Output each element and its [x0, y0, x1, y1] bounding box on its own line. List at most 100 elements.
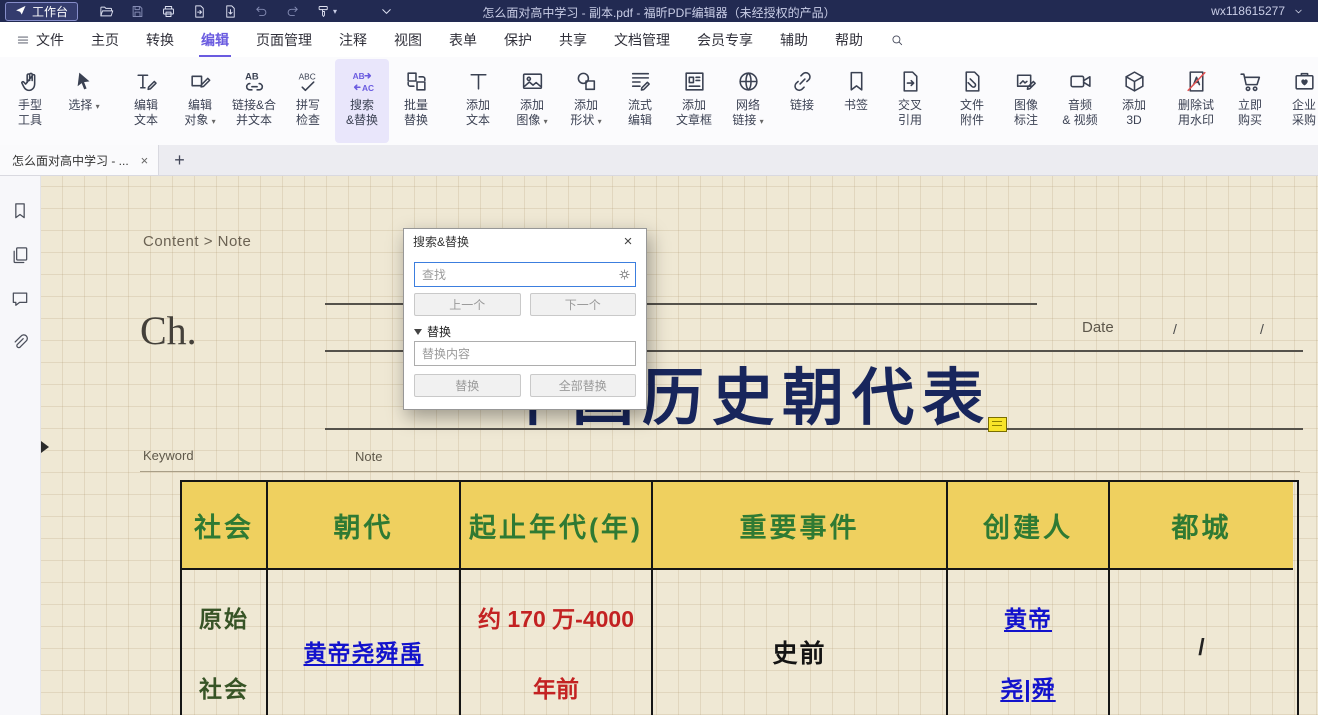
toolbar-item-cross-reference[interactable]: 交叉引用 — [883, 59, 937, 143]
tab-close-icon[interactable]: × — [141, 154, 149, 167]
bookmarks-panel-icon[interactable] — [10, 201, 30, 221]
menu-item-comment[interactable]: 注释 — [339, 22, 367, 57]
table-header-3: 重要事件 — [653, 482, 948, 568]
document-tab[interactable]: 怎么面对高中学习 - ... × — [0, 145, 159, 175]
toolbar-item-edit-text[interactable]: 编辑文本 — [119, 59, 173, 143]
menu-item-file[interactable]: 文件 — [16, 22, 64, 57]
export-document-icon[interactable] — [191, 3, 207, 19]
toolbar-item-enterprise-purchase[interactable]: 企业采购 — [1277, 59, 1318, 143]
menu-item-home[interactable]: 主页 — [91, 22, 119, 57]
account-menu[interactable]: wx118615277 — [1211, 3, 1306, 19]
toolbar-item-web-link[interactable]: 网络链接 ▾ — [721, 59, 775, 143]
find-buttons-row: 上一个 下一个 — [414, 293, 636, 316]
attachments-panel-icon[interactable] — [10, 333, 30, 353]
toolbar-item-spell-check[interactable]: ABC拼写检查 — [281, 59, 335, 143]
redo-icon[interactable] — [284, 3, 300, 19]
toolbar-item-file-attachment[interactable]: 文件附件 — [945, 59, 999, 143]
toolbar-item-add-3d[interactable]: 添加3D — [1107, 59, 1161, 143]
menu-item-edit[interactable]: 编辑 — [201, 22, 229, 57]
print-icon[interactable] — [160, 3, 176, 19]
workbench-button[interactable]: 工作台 — [5, 2, 78, 21]
menu-item-label: 表单 — [449, 30, 477, 50]
enterprise-icon — [1292, 67, 1317, 96]
toolbar-item-flow-edit[interactable]: 流式编辑 — [613, 59, 667, 143]
toolbar-item-label: 添加3D — [1122, 98, 1146, 128]
replace-button[interactable]: 替换 — [414, 374, 521, 397]
replace-input[interactable] — [420, 346, 630, 362]
replace-section-toggle[interactable]: 替换 — [414, 323, 451, 340]
menu-item-view[interactable]: 视图 — [394, 22, 422, 57]
cell-text: 史前 — [653, 634, 946, 670]
table-header-2: 起止年代(年) — [461, 482, 653, 568]
toolbar-item-label: 选择 ▾ — [68, 98, 99, 114]
toolbar-item-bookmark[interactable]: 书签 — [829, 59, 883, 143]
menu-item-help[interactable]: 帮助 — [835, 22, 863, 57]
next-button[interactable]: 下一个 — [530, 293, 637, 316]
toolbar-item-buy-now[interactable]: 立即购买 — [1223, 59, 1277, 143]
search-replace-dialog: 搜索&替换 × 上一个 下一个 替换 替换 全部替换 — [403, 228, 647, 410]
page-thumbnails-icon[interactable] — [10, 245, 30, 265]
previous-button[interactable]: 上一个 — [414, 293, 521, 316]
new-tab-button[interactable]: + — [174, 151, 185, 169]
doc-date-label: Date — [1082, 319, 1114, 336]
undo-icon[interactable] — [253, 3, 269, 19]
menu-item-label: 会员专享 — [697, 30, 753, 50]
dialog-close-icon[interactable]: × — [619, 234, 637, 249]
batch-replace-icon — [404, 67, 429, 96]
founder-link[interactable]: 黄帝 — [948, 600, 1108, 634]
add-text-icon — [466, 67, 491, 96]
format-brush-button[interactable]: ▾ — [315, 3, 337, 19]
toolbar-item-add-shape[interactable]: 添加形状 ▾ — [559, 59, 613, 143]
toolbar-item-add-article-box[interactable]: 添加文章框 — [667, 59, 721, 143]
dynasty-link[interactable]: 黄帝尧舜禹 — [268, 634, 459, 668]
toolbar-item-batch-replace[interactable]: 批量替换 — [389, 59, 443, 143]
sidebar-expand-arrow[interactable] — [41, 441, 49, 453]
menu-item-member[interactable]: 会员专享 — [697, 22, 753, 57]
toolbar-item-select[interactable]: 选择 ▾ — [57, 59, 111, 143]
comment-marker-icon[interactable] — [988, 417, 1007, 432]
toolbar-item-image-annotation[interactable]: 图像标注 — [999, 59, 1053, 143]
find-input[interactable] — [420, 267, 617, 283]
dialog-titlebar[interactable]: 搜索&替换 × — [404, 229, 646, 254]
chevron-down-icon — [1290, 3, 1306, 19]
workbench-label: 工作台 — [32, 3, 68, 20]
menu-item-convert[interactable]: 转换 — [146, 22, 174, 57]
table-header-row: 社会朝代起止年代(年)重要事件创建人都城 — [182, 482, 1297, 568]
toolbar-item-edit-object[interactable]: 编辑对象 ▾ — [173, 59, 227, 143]
search-options-gear-icon[interactable] — [617, 267, 632, 282]
toolbar-item-label: 交叉引用 — [898, 98, 922, 128]
comments-panel-icon[interactable] — [10, 289, 30, 309]
cell-text: 年前 — [461, 670, 651, 704]
toolbar-item-label: 批量替换 — [404, 98, 428, 128]
toolbar-item-add-image[interactable]: 添加图像 ▾ — [505, 59, 559, 143]
menu-item-share[interactable]: 共享 — [559, 22, 587, 57]
menu-item-label: 文件 — [36, 30, 64, 50]
menu-item-protect[interactable]: 保护 — [504, 22, 532, 57]
download-document-icon[interactable] — [222, 3, 238, 19]
toolbar-item-link-merge-text[interactable]: AB链接&合并文本 — [227, 59, 281, 143]
open-folder-icon[interactable] — [98, 3, 114, 19]
table-cell-event: 史前 — [653, 568, 948, 715]
toolbar-item-link[interactable]: 链接 — [775, 59, 829, 143]
save-icon[interactable] — [129, 3, 145, 19]
collapse-ribbon-icon[interactable] — [378, 3, 394, 19]
toolbar-item-label: 链接&合并文本 — [232, 98, 276, 128]
menu-item-page-manage[interactable]: 页面管理 — [256, 22, 312, 57]
menu-item-search[interactable] — [890, 22, 904, 57]
toolbar-item-remove-trial-watermark[interactable]: 删除试用水印 — [1169, 59, 1223, 143]
menu-item-form[interactable]: 表单 — [449, 22, 477, 57]
toolbar-item-label: 删除试用水印 — [1178, 98, 1214, 128]
menu-item-label: 页面管理 — [256, 30, 312, 50]
menu-item-doc-manage[interactable]: 文档管理 — [614, 22, 670, 57]
menu-item-assist[interactable]: 辅助 — [780, 22, 808, 57]
toolbar-item-audio-video[interactable]: 音频& 视频 — [1053, 59, 1107, 143]
toolbar-item-add-text[interactable]: 添加文本 — [451, 59, 505, 143]
toolbar-item-hand-tool[interactable]: 手型工具 — [3, 59, 57, 143]
flow-edit-icon — [628, 67, 653, 96]
founder-link[interactable]: 尧|舜 — [948, 670, 1108, 704]
toolbar-item-label: 立即购买 — [1238, 98, 1262, 128]
toolbar-item-label: 拼写检查 — [296, 98, 320, 128]
toolbar-item-search-replace[interactable]: ABAC搜索&替换 — [335, 59, 389, 143]
document-canvas[interactable]: Content > Note Ch. Date / / 中国历史朝代表 Keyw… — [40, 175, 1318, 715]
replace-all-button[interactable]: 全部替换 — [530, 374, 637, 397]
